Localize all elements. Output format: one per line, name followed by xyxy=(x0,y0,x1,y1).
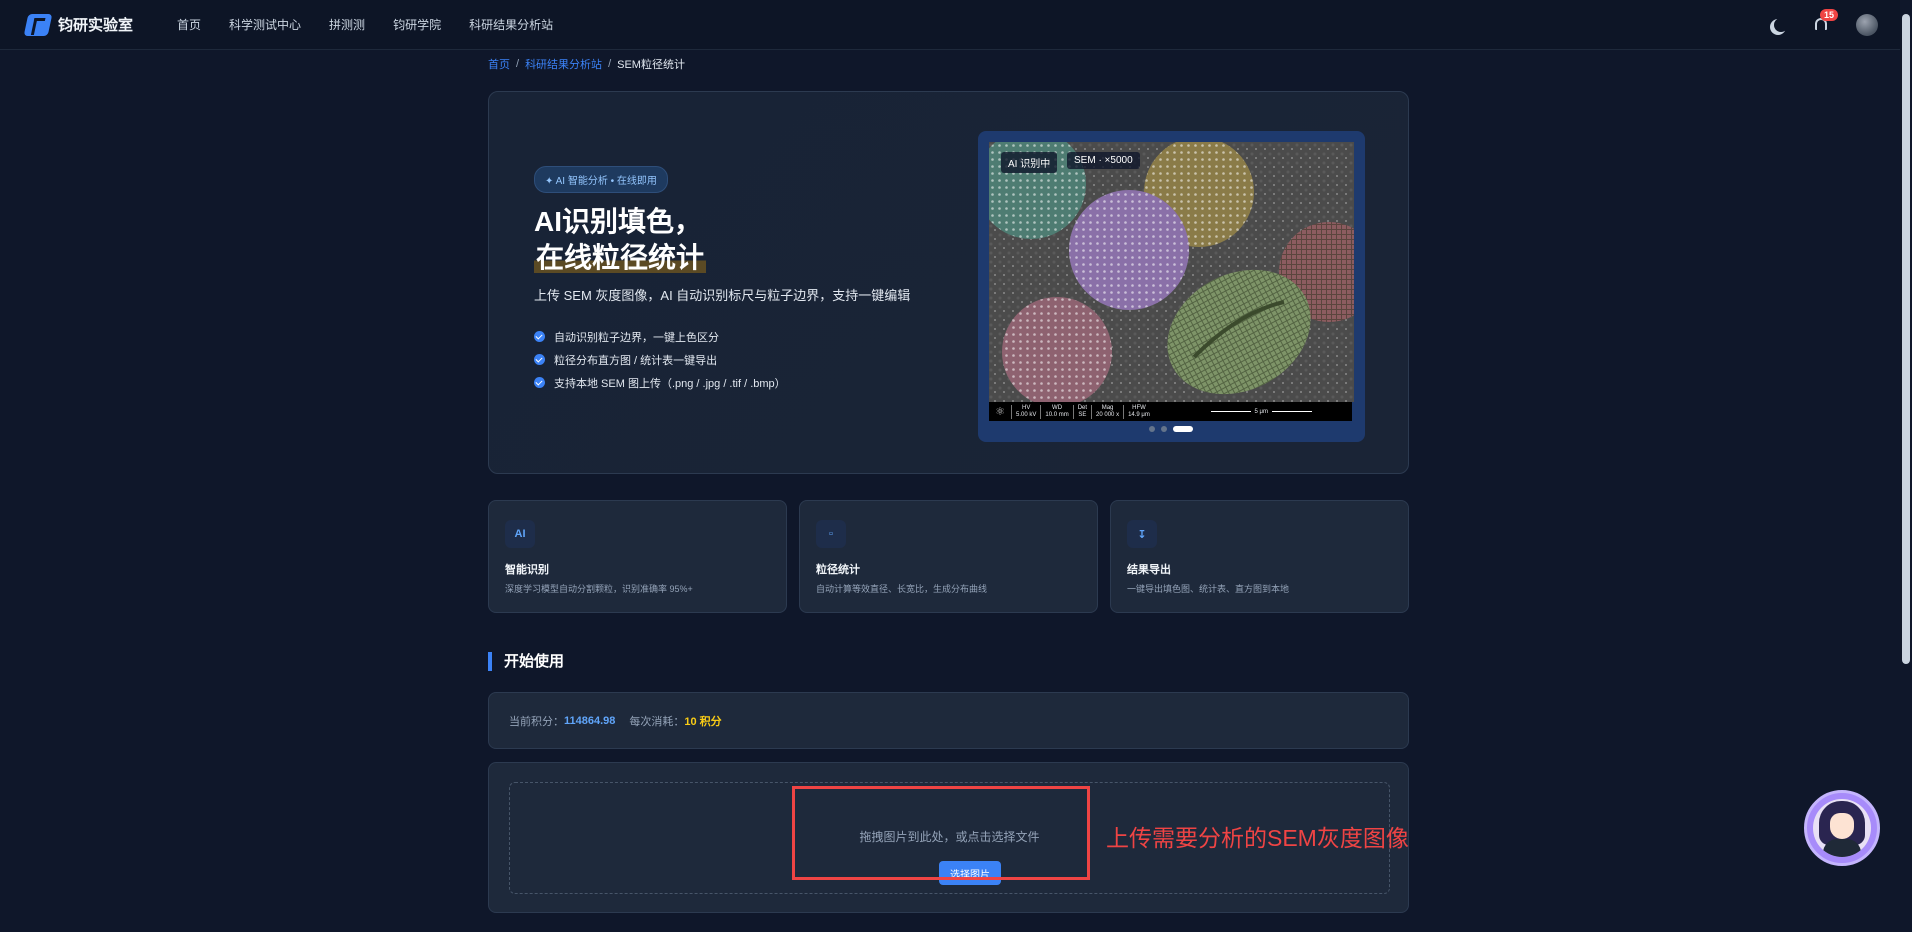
cost-label: 每次消耗： xyxy=(629,715,685,728)
carousel-dots xyxy=(1149,426,1199,432)
top-navbar: 钧研实验室 首页 科学测试中心 拼测测 钧研学院 科研结果分析站 15 xyxy=(0,0,1900,50)
atom-icon: ⚛ xyxy=(995,406,1005,418)
download-icon: ↧ xyxy=(1127,520,1157,548)
nav-item-group-test[interactable]: 拼测测 xyxy=(329,16,365,33)
select-image-button[interactable]: 选择图片 xyxy=(939,861,1001,885)
main-nav: 首页 科学测试中心 拼测测 钧研学院 科研结果分析站 xyxy=(177,16,581,33)
hero-subtitle: 上传 SEM 灰度图像，AI 自动识别标尺与粒子边界，支持一键编辑 xyxy=(534,288,911,303)
card-title: 结果导出 xyxy=(1127,564,1171,576)
ai-icon: AI xyxy=(505,520,535,548)
square-icon: ▫ xyxy=(816,520,846,548)
carousel-dot-active[interactable] xyxy=(1173,426,1193,432)
hero-title-line2: 在线粒径统计 xyxy=(534,242,707,273)
card-description: 深度学习模型自动分割颗粒，识别准确率 95%+ xyxy=(505,584,693,594)
logo-icon xyxy=(23,13,53,36)
carousel-dot[interactable] xyxy=(1161,426,1167,432)
notification-badge: 15 xyxy=(1820,9,1839,21)
feature-card-export: ↧ 结果导出 一键导出填色图、统计表、直方图到本地 xyxy=(1110,500,1409,613)
cost-value: 10 积分 xyxy=(684,715,722,728)
user-avatar[interactable] xyxy=(1856,14,1878,36)
breadcrumb: 首页 / 科研结果分析站 / SEM粒径统计 xyxy=(488,56,685,72)
nav-item-science-test-center[interactable]: 科学测试中心 xyxy=(229,16,301,33)
list-item: 支持本地 SEM 图上传（.png / .jpg / .tif / .bmp） xyxy=(534,371,786,394)
check-icon xyxy=(534,377,545,388)
sem-preview-carousel: AI 识别中 SEM · ×5000 ⚛ HV 5.00 kV WD 10.0 mm… xyxy=(978,131,1365,442)
breadcrumb-parent[interactable]: 科研结果分析站 xyxy=(525,56,602,72)
nav-item-academy[interactable]: 钧研学院 xyxy=(393,16,441,33)
hero-badge: ✦ AI 智能分析 • 在线即用 xyxy=(534,166,668,193)
section-title: 开始使用 xyxy=(488,652,564,671)
logo-text: 钧研实验室 xyxy=(58,17,134,34)
feature-card-recognition: AI 智能识别 深度学习模型自动分割颗粒，识别准确率 95%+ xyxy=(488,500,787,613)
scrollbar-thumb[interactable] xyxy=(1902,14,1910,664)
check-icon xyxy=(534,354,545,365)
nav-item-home[interactable]: 首页 xyxy=(177,16,201,33)
ai-assistant-avatar[interactable] xyxy=(1804,790,1880,866)
scale-bar: 5 μm xyxy=(1207,409,1316,415)
breadcrumb-separator: / xyxy=(516,58,520,70)
sem-sample-image xyxy=(989,142,1354,402)
logo[interactable]: 钧研实验室 xyxy=(23,13,134,36)
hero-title-line1: AI识别填色， xyxy=(534,206,703,237)
page-scrollbar[interactable] xyxy=(1900,0,1912,932)
check-icon xyxy=(534,331,545,342)
hero-title: AI识别填色， 在线粒径统计 xyxy=(534,204,707,276)
annotation-text: 上传需要分析的SEM灰度图像 xyxy=(1106,825,1409,851)
notification-bell-icon[interactable]: 15 xyxy=(1814,9,1839,32)
points-summary: 当前积分： 114864.98 每次消耗： 10 积分 xyxy=(488,692,1409,749)
sem-magnification-tag: SEM · ×5000 xyxy=(1067,152,1140,169)
feature-card-statistics: ▫ 粒径统计 自动计算等效直径、长宽比，生成分布曲线 xyxy=(799,500,1098,613)
list-item: 粒径分布直方图 / 统计表一键导出 xyxy=(534,348,786,371)
sem-info-bar: ⚛ HV 5.00 kV WD 10.0 mm Det SE Mag 20 000 x … xyxy=(989,402,1352,421)
card-description: 自动计算等效直径、长宽比，生成分布曲线 xyxy=(816,584,988,594)
breadcrumb-current: SEM粒径统计 xyxy=(617,59,685,71)
breadcrumb-separator: / xyxy=(608,58,612,70)
nav-item-analysis-station[interactable]: 科研结果分析站 xyxy=(469,16,553,33)
points-label: 当前积分： xyxy=(509,715,564,728)
points-value: 114864.98 xyxy=(564,714,616,727)
card-title: 智能识别 xyxy=(505,564,549,576)
hero-banner: ✦ AI 智能分析 • 在线即用 AI识别填色， 在线粒径统计 上传 SEM 灰… xyxy=(488,91,1409,474)
carousel-dot[interactable] xyxy=(1149,426,1155,432)
dark-mode-icon[interactable] xyxy=(1774,18,1788,32)
hero-feature-list: 自动识别粒子边界，一键上色区分 粒径分布直方图 / 统计表一键导出 支持本地 S… xyxy=(534,325,786,394)
card-title: 粒径统计 xyxy=(816,564,860,576)
ai-detecting-tag: AI 识别中 xyxy=(1001,152,1058,173)
breadcrumb-home[interactable]: 首页 xyxy=(488,56,510,72)
list-item: 自动识别粒子边界，一键上色区分 xyxy=(534,325,786,348)
header-actions: 15 xyxy=(1770,0,1878,50)
card-description: 一键导出填色图、统计表、直方图到本地 xyxy=(1127,584,1290,594)
